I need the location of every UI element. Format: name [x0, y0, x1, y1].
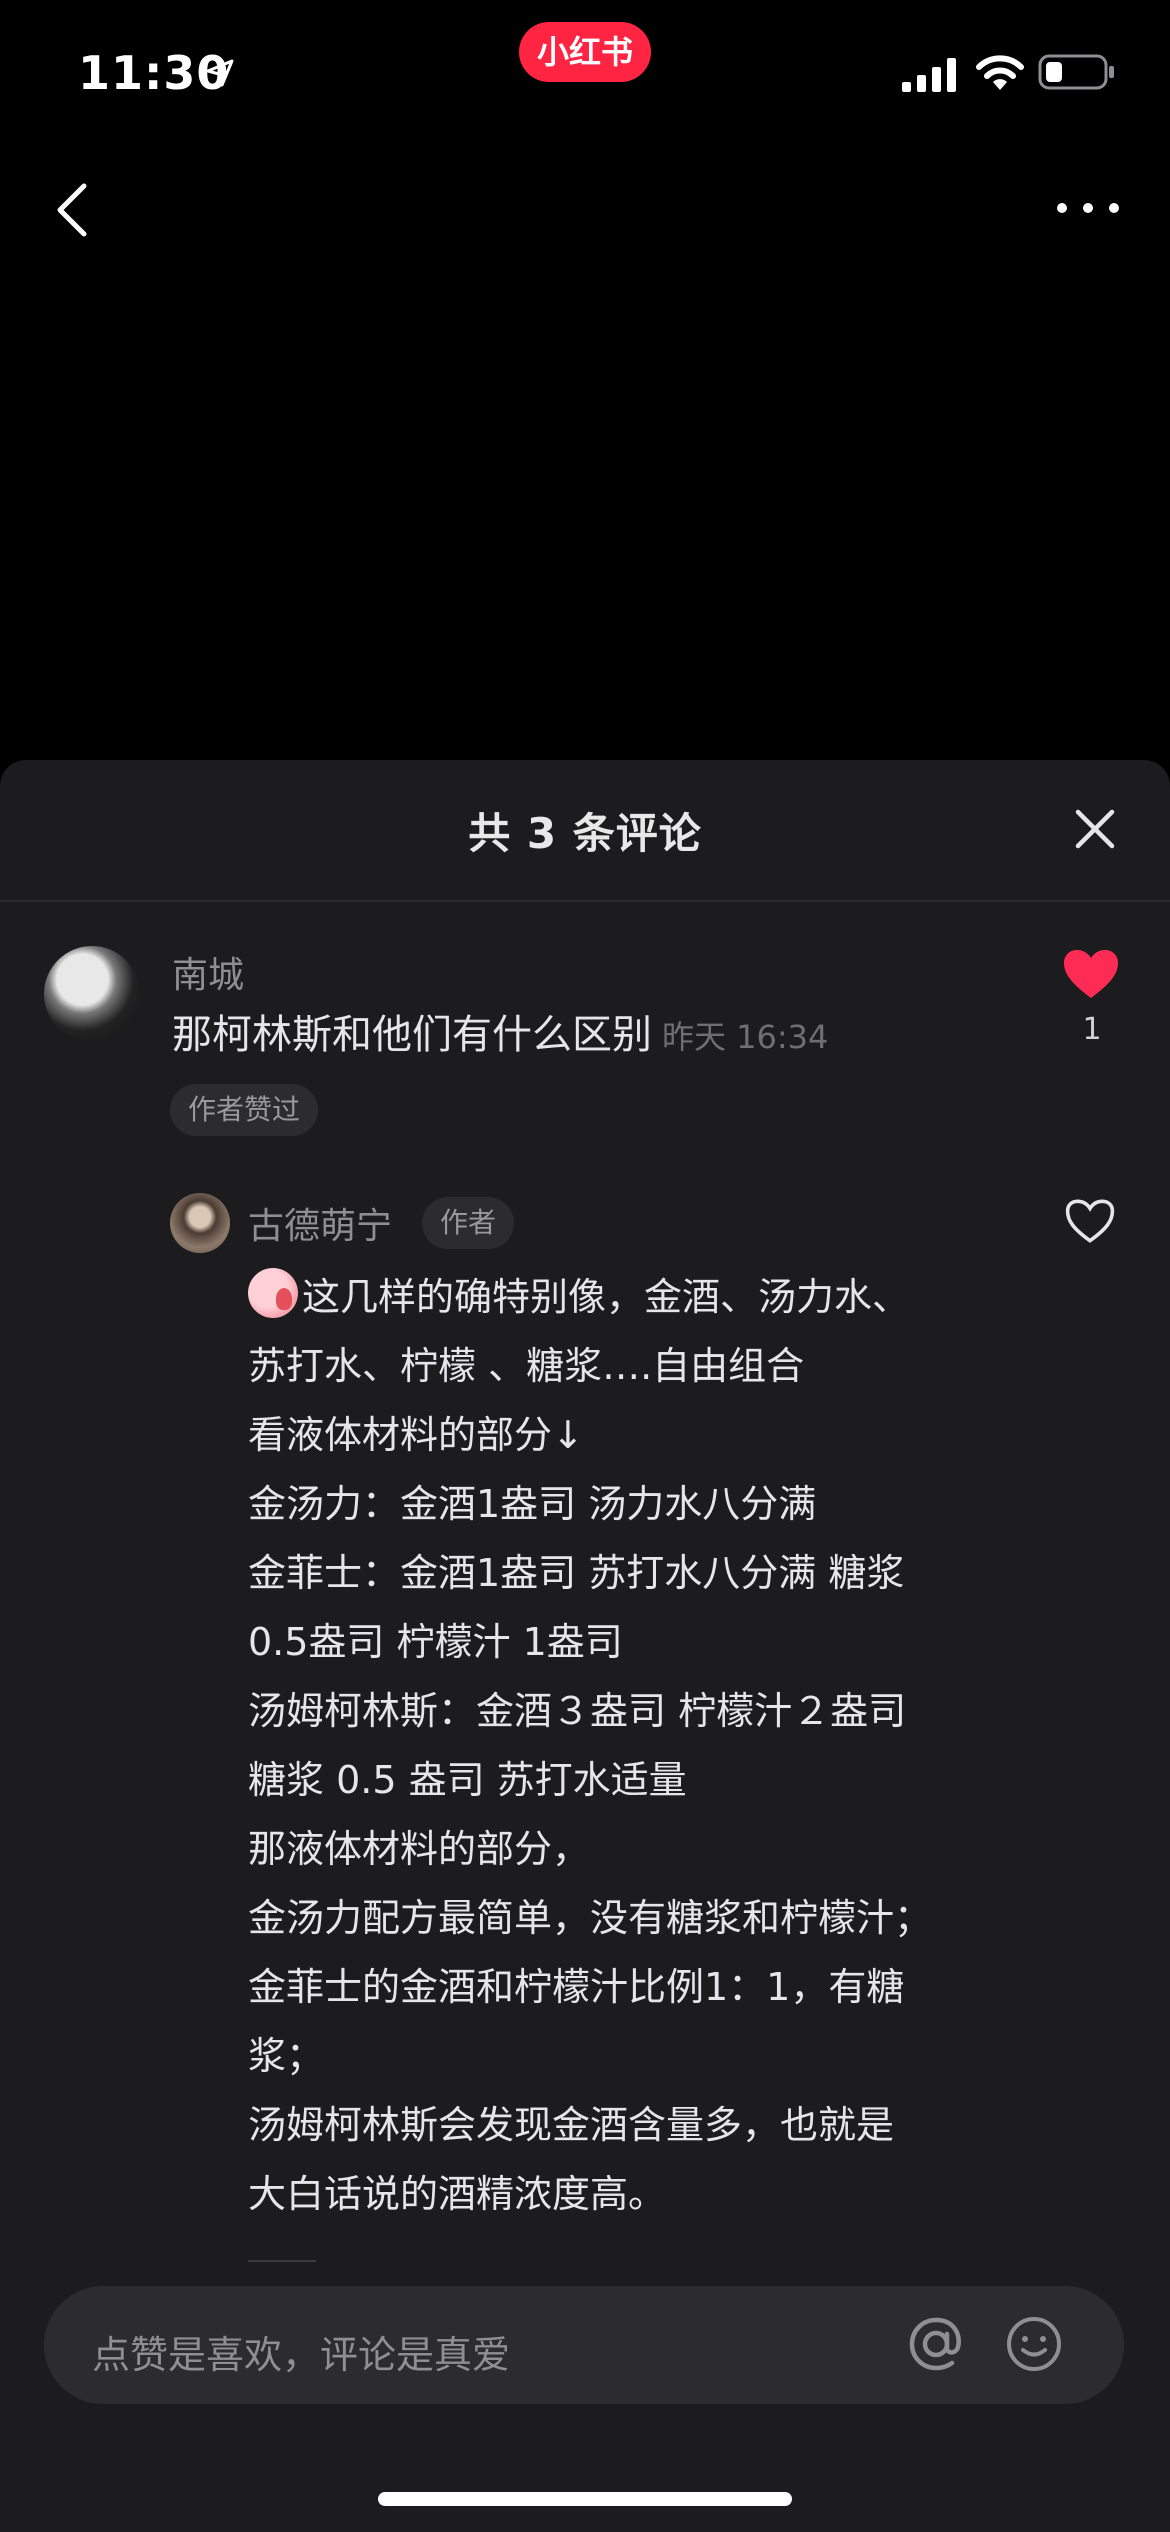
heart-outline-icon[interactable]: [1064, 1197, 1116, 1249]
expand-replies-line[interactable]: [248, 2260, 316, 2262]
reply-line: 浆；: [248, 2034, 325, 2078]
divider: [0, 900, 1170, 902]
emoji-icon[interactable]: [1004, 2314, 1064, 2378]
reply-line: 苏打水、柠檬 、糖浆….自由组合: [248, 1344, 805, 1388]
reply-line: 看液体材料的部分↓: [248, 1413, 584, 1457]
like-count: 1: [1082, 1012, 1102, 1047]
reply-line: 糖浆 0.5 盎司 苏打水适量: [248, 1758, 687, 1802]
reply-line: 金汤力配方最简单，没有糖浆和柠檬汁；: [248, 1896, 933, 1940]
author-liked-badge: 作者赞过: [170, 1084, 319, 1136]
at-mention-icon[interactable]: [906, 2314, 966, 2378]
reply-username[interactable]: 古德萌宁: [248, 1197, 392, 1249]
author-tag: 作者: [422, 1197, 515, 1249]
app-badge: 小红书: [519, 22, 651, 82]
comment-text[interactable]: 那柯林斯和他们有什么区别 昨天 16:34: [172, 1002, 828, 1060]
comment-input[interactable]: 点赞是喜欢，评论是真爱: [44, 2286, 1124, 2404]
sheet-title: 共 3 条评论: [468, 809, 702, 858]
battery-icon: [1038, 52, 1116, 96]
heart-filled-icon[interactable]: [1062, 948, 1120, 1004]
reply-line: 这几样的确特别像，金酒、汤力水、: [248, 1263, 1028, 1332]
close-icon[interactable]: [1074, 808, 1116, 854]
reply-line: 汤姆柯林斯会发现金酒含量多，也就是: [248, 2103, 895, 2147]
reply-line: 汤姆柯林斯：金酒３盎司 柠檬汁２盎司: [248, 1689, 907, 1733]
comment-time: 昨天 16:34: [662, 1018, 829, 1056]
location-arrow-icon: [205, 58, 235, 92]
comment-body: 那柯林斯和他们有什么区别: [172, 1012, 652, 1058]
comment-username[interactable]: 南城: [172, 946, 244, 998]
reply-line: 金菲士：金酒1盎司 苏打水八分满 糖浆: [248, 1551, 905, 1595]
signal-icon: [902, 56, 958, 96]
comment-input-placeholder: 点赞是喜欢，评论是真爱: [92, 2333, 511, 2377]
reply-text: 这几样的确特别像，金酒、汤力水、 苏打水、柠檬 、糖浆….自由组合 看液体材料的…: [248, 1263, 1028, 2229]
back-icon[interactable]: [50, 178, 94, 246]
avatar[interactable]: [170, 1193, 230, 1253]
reply-line: 0.5盎司 柠檬汁 1盎司: [248, 1620, 623, 1664]
more-icon[interactable]: [1052, 198, 1124, 222]
reply-line: 大白话说的酒精浓度高。: [248, 2172, 667, 2216]
wifi-icon: [974, 52, 1026, 96]
reply-line: 那液体材料的部分，: [248, 1827, 591, 1871]
reply-line: 金汤力：金酒1盎司 汤力水八分满: [248, 1482, 817, 1526]
emoji-face-icon: [248, 1268, 298, 1318]
status-bar: 11:30 小红书: [0, 0, 1170, 150]
reply-line: 金菲士的金酒和柠檬汁比例1：1，有糖: [248, 1965, 905, 2009]
avatar[interactable]: [44, 946, 140, 1042]
comments-sheet: 共 3 条评论 南城 那柯林斯和他们有什么区别 昨天 16:34 作者赞过 1 古…: [0, 760, 1170, 2532]
home-indicator: [378, 2492, 792, 2506]
